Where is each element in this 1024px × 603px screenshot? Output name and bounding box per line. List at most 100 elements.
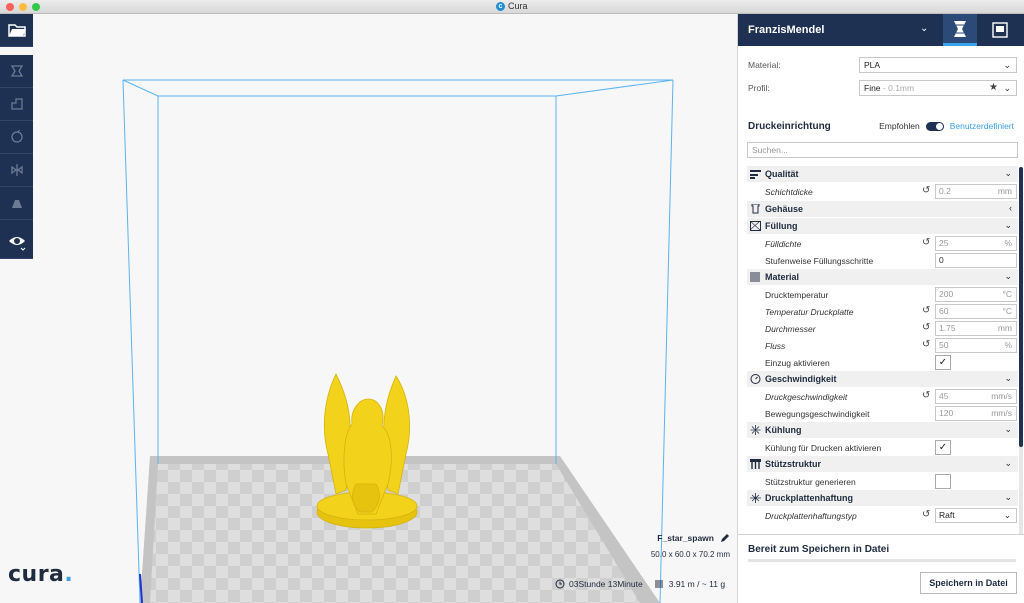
- per-model-settings-button[interactable]: [0, 187, 33, 220]
- flow-input[interactable]: 50%: [935, 338, 1017, 353]
- model-info: F_star_spawn 50.0 x 60.0 x 70.2 mm: [651, 533, 730, 559]
- save-area: Bereit zum Speichern in Datei Speichern …: [738, 534, 1024, 603]
- reset-icon[interactable]: ↺: [922, 339, 930, 350]
- material-select[interactable]: PLA ⌄: [859, 57, 1017, 73]
- view-toolbar: [0, 226, 33, 259]
- machine-selector[interactable]: FranzisMendel: [748, 24, 824, 36]
- title-bar: c Cura: [0, 0, 1024, 14]
- setting-cooling-enable: Kühlung für Drucken aktivieren ✓: [747, 439, 1018, 456]
- category-cooling[interactable]: Kühlung ⌄: [747, 422, 1018, 438]
- recommended-mode-label[interactable]: Empfohlen: [879, 121, 920, 131]
- category-quality-label: Qualität: [765, 169, 799, 179]
- infill-density-input[interactable]: 25%: [935, 236, 1017, 251]
- flow-value: 50: [939, 340, 949, 350]
- scrollbar-thumb[interactable]: [1019, 167, 1023, 447]
- save-to-file-button[interactable]: Speichern in Datei: [920, 572, 1017, 594]
- view-mode-button[interactable]: [0, 226, 33, 259]
- setting-flow: Fluss ↺ 50%: [747, 337, 1018, 354]
- profile-row: Profil: Fine - 0.1mm ★ ⌄: [748, 80, 1018, 96]
- bed-temp-input[interactable]: 60 °C: [935, 304, 1017, 319]
- category-support[interactable]: Stützstruktur ⌄: [747, 456, 1018, 472]
- star-icon[interactable]: ★: [989, 81, 998, 95]
- move-tool-button[interactable]: [0, 55, 33, 88]
- chevron-down-icon: ⌄: [1004, 373, 1012, 383]
- cooling-enable-checkbox[interactable]: ✓: [935, 440, 951, 455]
- reset-icon[interactable]: ↺: [922, 237, 930, 248]
- print-speed-value: 45: [939, 391, 949, 401]
- reset-icon[interactable]: ↺: [922, 305, 930, 316]
- reset-icon[interactable]: ↺: [922, 390, 930, 401]
- monitor-mode-button[interactable]: [983, 14, 1017, 46]
- cura-logo-text: cura: [8, 562, 65, 587]
- category-speed[interactable]: Geschwindigkeit ⌄: [747, 371, 1018, 387]
- infill-density-label: Fülldichte: [765, 239, 802, 249]
- reset-icon[interactable]: ↺: [922, 509, 930, 520]
- 3d-viewport[interactable]: [0, 14, 737, 603]
- 3d-model-f-star-spawn[interactable]: [316, 373, 418, 529]
- setting-diameter: Durchmesser ↺ 1.75 mm: [747, 320, 1018, 337]
- save-status-title: Bereit zum Speichern in Datei: [748, 544, 890, 555]
- open-file-button[interactable]: [0, 14, 33, 47]
- chevron-down-icon: ⌄: [1004, 424, 1012, 434]
- adhesion-type-select[interactable]: Raft ⌄: [935, 508, 1017, 523]
- maximize-window-button[interactable]: [32, 3, 40, 11]
- flow-label: Fluss: [765, 341, 786, 351]
- mirror-tool-button[interactable]: [0, 154, 33, 187]
- progress-bar: [748, 559, 1016, 562]
- profile-select[interactable]: Fine - 0.1mm ★ ⌄: [859, 80, 1017, 96]
- window-title-text: Cura: [508, 1, 528, 11]
- filament-spool-icon: [655, 580, 663, 588]
- diameter-input[interactable]: 1.75 mm: [935, 321, 1017, 336]
- material-icon: [750, 272, 760, 282]
- profile-layer-height: - 0.1mm: [880, 83, 915, 93]
- category-adhesion[interactable]: Druckplattenhaftung ⌄: [747, 490, 1018, 506]
- rotate-tool-button[interactable]: [0, 121, 33, 154]
- reset-icon[interactable]: ↺: [922, 185, 930, 196]
- setting-support-enable: Stützstruktur generieren: [747, 473, 1018, 490]
- minimize-window-button[interactable]: [19, 3, 27, 11]
- print-temp-value: 200: [939, 289, 954, 299]
- eye-icon: [8, 237, 25, 251]
- category-material[interactable]: Material ⌄: [747, 269, 1018, 285]
- category-shell[interactable]: Gehäuse ‹: [747, 201, 1018, 217]
- category-adhesion-label: Druckplattenhaftung: [765, 493, 854, 503]
- travel-speed-label: Bewegungsgeschwindigkeit: [765, 409, 870, 419]
- gradual-infill-input[interactable]: 0: [935, 253, 1017, 268]
- travel-speed-input[interactable]: 120 mm/s: [935, 406, 1017, 421]
- category-support-label: Stützstruktur: [765, 459, 821, 469]
- travel-speed-value: 120: [939, 408, 954, 418]
- chevron-down-icon[interactable]: ⌄: [920, 23, 928, 34]
- adhesion-type-label: Druckplattenhaftungstyp: [765, 511, 857, 521]
- settings-scrollbar[interactable]: [1019, 167, 1023, 539]
- print-speed-input[interactable]: 45 mm/s: [935, 389, 1017, 404]
- support-enable-checkbox[interactable]: [935, 474, 951, 489]
- category-quality[interactable]: Qualität ⌄: [747, 166, 1018, 182]
- chevron-down-icon: ⌄: [1003, 60, 1011, 70]
- model-tools-toolbar: [0, 55, 33, 253]
- setting-infill-density: Fülldichte ↺ 25%: [747, 235, 1018, 252]
- gradual-infill-value: 0: [939, 255, 944, 265]
- print-setup-icon: [954, 20, 966, 37]
- move-tool-icon: [10, 65, 23, 77]
- print-temp-input[interactable]: 200 °C: [935, 287, 1017, 302]
- chevron-down-icon: ⌄: [1004, 492, 1012, 502]
- cura-app-window: c Cura cura. F_star_spawn 50.0 x 60.0 x …: [0, 0, 1024, 603]
- support-enable-label: Stützstruktur generieren: [765, 477, 856, 487]
- retraction-checkbox[interactable]: ✓: [935, 355, 951, 370]
- scale-tool-button[interactable]: [0, 88, 33, 121]
- settings-search-input[interactable]: Suchen...: [747, 142, 1018, 158]
- reset-icon[interactable]: ↺: [922, 322, 930, 333]
- category-infill[interactable]: Füllung ⌄: [747, 218, 1018, 234]
- mirror-tool-icon: [10, 164, 23, 176]
- setup-mode-toggle[interactable]: [925, 121, 944, 131]
- close-window-button[interactable]: [6, 3, 14, 11]
- bed-temp-label: Temperatur Druckplatte: [765, 307, 854, 317]
- prepare-mode-button[interactable]: [943, 14, 977, 46]
- custom-mode-label[interactable]: Benutzerdefiniert: [950, 121, 1014, 131]
- edit-pencil-icon[interactable]: [720, 533, 730, 543]
- category-shell-label: Gehäuse: [765, 204, 804, 214]
- chevron-down-icon: ⌄: [1003, 83, 1011, 93]
- layer-height-input[interactable]: 0.2 mm: [935, 184, 1017, 199]
- category-speed-label: Geschwindigkeit: [765, 374, 837, 384]
- model-dimensions: 50.0 x 60.0 x 70.2 mm: [650, 550, 730, 559]
